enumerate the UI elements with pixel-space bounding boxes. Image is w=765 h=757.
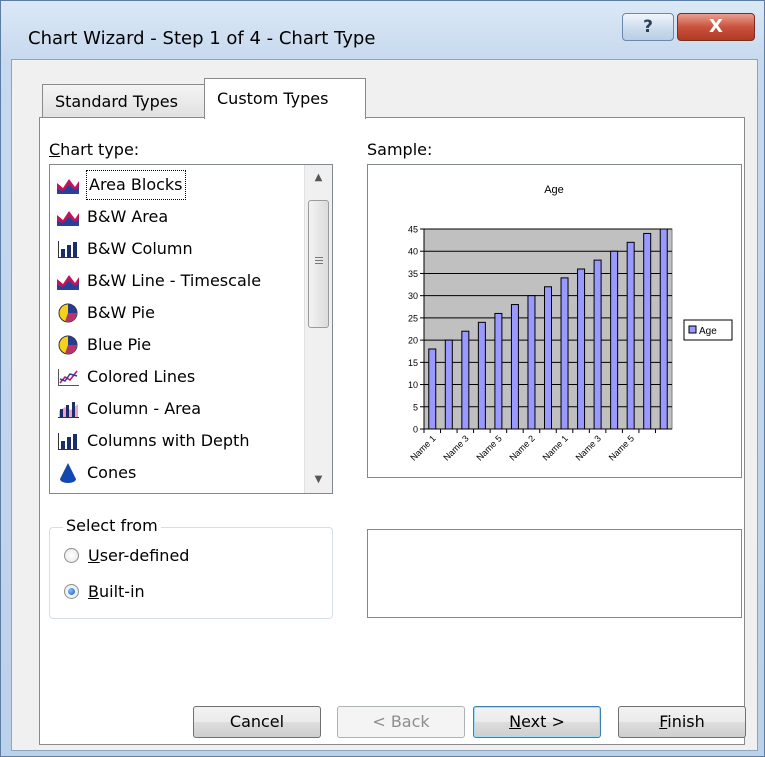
x-tick-label: Name 1 bbox=[541, 433, 570, 462]
chart-type-item[interactable]: Cones bbox=[52, 457, 302, 489]
close-button[interactable]: X bbox=[677, 13, 755, 41]
chart-type-label-text: Area Blocks bbox=[86, 170, 186, 200]
bar bbox=[626, 241, 635, 430]
tab-standard-types[interactable]: Standard Types bbox=[42, 84, 210, 117]
bar bbox=[610, 250, 619, 430]
y-tick-label: 45 bbox=[408, 225, 418, 235]
x-tick-label: Name 3 bbox=[574, 433, 603, 462]
y-tick-label: 15 bbox=[408, 358, 418, 368]
chart-wizard-dialog: Chart Wizard - Step 1 of 4 - Chart Type … bbox=[0, 0, 765, 757]
built-in-radio-button[interactable] bbox=[64, 584, 79, 599]
dialog-client-area: Standard Types Custom Types Chart type: … bbox=[11, 59, 758, 751]
built-in-radio[interactable]: Built-in bbox=[64, 582, 145, 601]
line-chart-icon bbox=[55, 366, 81, 388]
chart-type-item[interactable]: Colored Lines bbox=[52, 361, 302, 393]
bar bbox=[510, 304, 519, 430]
bar bbox=[477, 321, 486, 430]
chart-type-item[interactable]: B&W Pie bbox=[52, 297, 302, 329]
user-defined-radio-button[interactable] bbox=[64, 548, 79, 563]
bar bbox=[577, 268, 586, 430]
cone-chart-icon bbox=[55, 462, 81, 484]
user-defined-radio[interactable]: User-defined bbox=[64, 546, 189, 565]
user-defined-label: User-defined bbox=[88, 546, 190, 565]
column-chart-icon bbox=[55, 430, 81, 452]
y-tick-label: 35 bbox=[408, 269, 418, 279]
select-from-title: Select from bbox=[63, 516, 161, 535]
chart-type-label: Chart type: bbox=[49, 140, 140, 159]
chart-type-label-text: Blue Pie bbox=[87, 335, 152, 354]
scroll-thumb[interactable] bbox=[308, 200, 329, 328]
x-tick-label: Name 3 bbox=[441, 433, 470, 462]
area-chart-icon bbox=[55, 206, 81, 228]
scroll-down-arrow-icon[interactable]: ▼ bbox=[305, 467, 332, 493]
chart-description-box bbox=[367, 529, 742, 618]
y-tick-label: 40 bbox=[408, 247, 418, 257]
help-button[interactable]: ? bbox=[622, 13, 674, 41]
column-area-chart-icon bbox=[55, 398, 81, 420]
x-tick-label: Name 5 bbox=[607, 433, 636, 462]
tab-custom-types[interactable]: Custom Types bbox=[204, 78, 366, 119]
chart-type-item[interactable]: Column - Area bbox=[52, 393, 302, 425]
window-title: Chart Wizard - Step 1 of 4 - Chart Type bbox=[28, 28, 376, 49]
y-tick-label: 20 bbox=[408, 336, 418, 346]
y-tick-label: 25 bbox=[408, 313, 418, 323]
chart-type-label-text: Colored Lines bbox=[87, 367, 196, 386]
x-tick-label: Name 2 bbox=[508, 433, 537, 462]
title-bar[interactable]: Chart Wizard - Step 1 of 4 - Chart Type … bbox=[1, 1, 765, 59]
bar bbox=[461, 330, 470, 430]
bar bbox=[544, 286, 552, 430]
bar bbox=[527, 295, 536, 430]
sample-chart-preview: Age 0 5 10 15 20 25 30 35 40 45 Name 1 Name 3 Name 5N… bbox=[367, 164, 742, 478]
select-from-group: Select from User-defined Built-in bbox=[49, 516, 333, 619]
legend-label: Age bbox=[699, 326, 717, 337]
y-tick-label: 10 bbox=[408, 380, 418, 390]
y-tick-label: 0 bbox=[413, 425, 418, 435]
y-tick-label: 30 bbox=[408, 291, 418, 301]
chart-type-label-text: B&W Pie bbox=[87, 303, 155, 322]
bar bbox=[494, 312, 503, 430]
chart-type-label-text: B&W Line - Timescale bbox=[87, 271, 262, 290]
chart-type-list[interactable]: Area Blocks B&W Area B&W Column B&W Line - … bbox=[49, 164, 333, 494]
bar bbox=[659, 228, 668, 430]
area-chart-icon bbox=[55, 174, 81, 196]
chart-type-label-text: Columns with Depth bbox=[87, 431, 250, 450]
chart-type-label-text: B&W Area bbox=[87, 207, 169, 226]
cancel-button[interactable]: Cancel bbox=[193, 706, 321, 738]
chart-title: Age bbox=[544, 184, 564, 196]
bar bbox=[560, 277, 569, 430]
chart-type-item[interactable]: B&W Line - Timescale bbox=[52, 265, 302, 297]
scroll-up-arrow-icon[interactable]: ▲ bbox=[305, 165, 332, 191]
chart-type-label-text: Cones bbox=[87, 463, 137, 482]
column-chart-icon bbox=[55, 238, 81, 260]
chart-type-item[interactable]: Area Blocks bbox=[52, 169, 302, 201]
pie-chart-icon bbox=[55, 334, 81, 356]
bar bbox=[428, 348, 437, 430]
bar bbox=[643, 232, 652, 430]
area-chart-icon bbox=[55, 270, 81, 292]
finish-button[interactable]: Finish bbox=[618, 706, 746, 738]
built-in-label: Built-in bbox=[88, 582, 145, 601]
chart-type-label-text: B&W Column bbox=[87, 239, 193, 258]
back-button[interactable]: < Back bbox=[337, 706, 465, 738]
chart-type-label-text: Column - Area bbox=[87, 399, 202, 418]
legend-swatch bbox=[688, 325, 697, 334]
chart-type-item[interactable]: Blue Pie bbox=[52, 329, 302, 361]
chart-type-item[interactable]: B&W Area bbox=[52, 201, 302, 233]
x-tick-label: Name 1 bbox=[408, 433, 437, 462]
sample-chart: Age051015202530354045Name 1 Name 3 Name 5N… bbox=[408, 184, 733, 463]
chart-type-item[interactable]: B&W Column bbox=[52, 233, 302, 265]
chart-type-item[interactable]: Columns with Depth bbox=[52, 425, 302, 457]
x-tick-label: Name 5 bbox=[474, 433, 503, 462]
next-button[interactable]: Next > bbox=[473, 706, 601, 738]
custom-types-panel: Chart type: Area Blocks B&W Area B&W Colum… bbox=[39, 117, 745, 745]
pie-chart-icon bbox=[55, 302, 81, 324]
sample-label: Sample: bbox=[367, 140, 433, 159]
bar bbox=[593, 259, 602, 430]
y-tick-label: 5 bbox=[413, 402, 418, 412]
bar bbox=[444, 339, 453, 430]
list-scrollbar[interactable]: ▲ ▼ bbox=[304, 165, 332, 493]
